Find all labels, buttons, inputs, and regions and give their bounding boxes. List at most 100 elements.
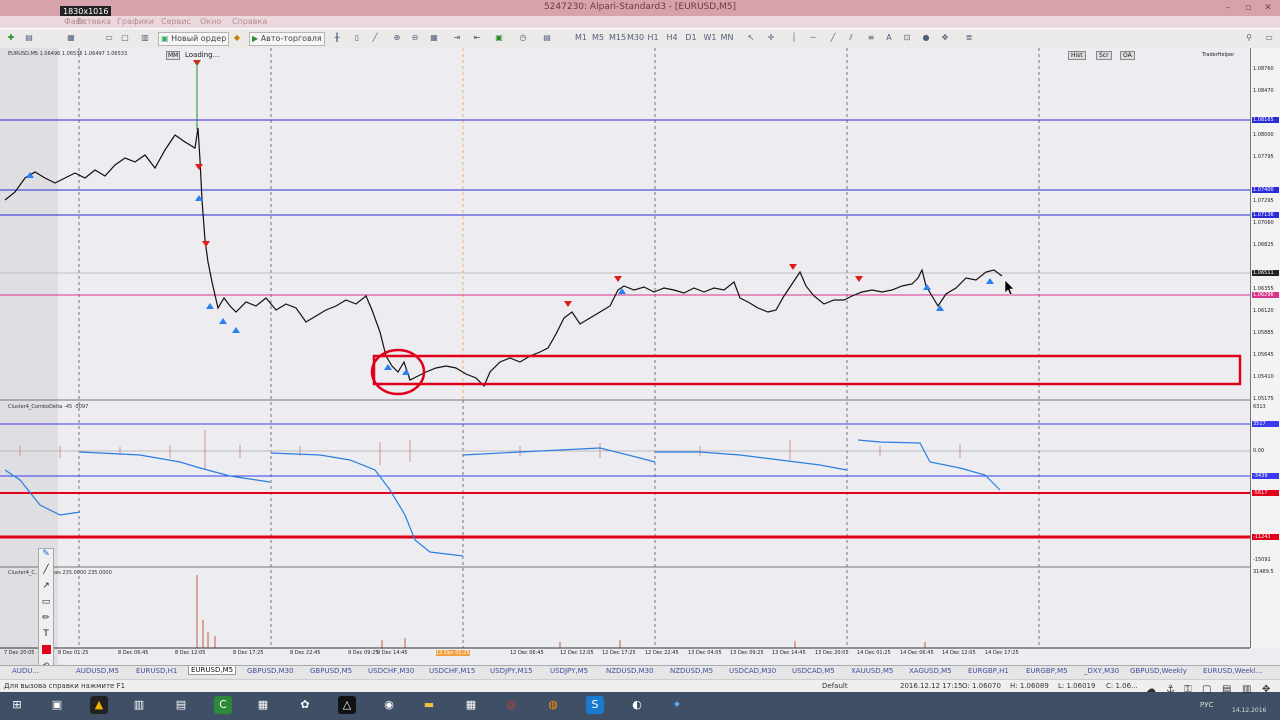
meta-editor-icon[interactable]: ◆	[232, 33, 242, 43]
pencil-tool-icon[interactable]: ✏	[39, 613, 53, 629]
templates-icon[interactable]: ▤	[542, 33, 552, 43]
app-icon-paint[interactable]: ✿	[296, 696, 314, 714]
chart-tab[interactable]: EURUSD,Weekl...	[1203, 667, 1262, 675]
app-icon-alpari[interactable]: ◐	[628, 696, 646, 714]
horizontal-line-icon[interactable]: ─	[808, 33, 818, 43]
shapes-icon[interactable]: ●	[921, 33, 931, 43]
chart-tab[interactable]: EURUSD,H1	[136, 667, 177, 675]
fullscreen-icon[interactable]: ✥	[1262, 684, 1270, 695]
channel-icon[interactable]: ⫽	[846, 33, 856, 43]
chart-tab[interactable]: USDJPY,M15	[490, 667, 533, 675]
new-chart-icon[interactable]: ✚	[6, 33, 16, 43]
app-icon-bird[interactable]: ✦	[668, 696, 686, 714]
chart-tab[interactable]: USDCAD,M30	[729, 667, 776, 675]
scr-button[interactable]: Scr	[1096, 51, 1112, 60]
chart-tab[interactable]: NZDUSD,M30	[606, 667, 654, 675]
text-tool-icon[interactable]: T	[39, 629, 53, 645]
save-icon[interactable]: ▥	[1242, 684, 1251, 695]
trendline-icon[interactable]: ╱	[828, 33, 838, 43]
app-icon-explorer[interactable]: ▥	[130, 696, 148, 714]
vertical-line-icon[interactable]: │	[789, 33, 799, 43]
menu-item-charts[interactable]: Графики	[117, 17, 154, 26]
chart-tab[interactable]: _DXY,M30	[1084, 667, 1119, 675]
app-icon-word[interactable]: ▦	[254, 696, 272, 714]
chat-icon[interactable]: ▭	[1264, 33, 1274, 43]
tile-icon[interactable]: ▦	[429, 33, 439, 43]
copy-icon[interactable]: ▢	[1202, 684, 1211, 695]
oa-button[interactable]: OA	[1120, 51, 1135, 60]
tf-m30[interactable]: M30	[627, 33, 644, 43]
chart-tab[interactable]: AUDUSD,M5	[76, 667, 119, 675]
tray-date[interactable]: 14.12.2016	[1232, 707, 1266, 714]
chart-tab[interactable]: USDJPY,M5	[550, 667, 588, 675]
navigator-icon[interactable]: ▦	[66, 33, 76, 43]
app-icon-folder[interactable]: ▬	[420, 696, 438, 714]
lock-icon[interactable]: ⚿	[1184, 684, 1192, 695]
mm-button[interactable]: MM	[166, 51, 181, 60]
windows-start-icon[interactable]: ⊞	[8, 696, 26, 714]
app-icon-a[interactable]: ▲	[90, 696, 108, 714]
chart-tab[interactable]: GBPUSD,Weekly	[1130, 667, 1187, 675]
tf-mn[interactable]: MN	[720, 33, 734, 43]
terminal-icon[interactable]: ▭	[104, 33, 114, 43]
tf-h1[interactable]: H1	[646, 33, 660, 43]
maximize-icon[interactable]: ▫	[1242, 3, 1254, 13]
app-icon-chrome[interactable]: ◎	[502, 696, 520, 714]
minimize-icon[interactable]: –	[1222, 3, 1234, 13]
menu-item-tools[interactable]: Сервис	[161, 17, 191, 26]
tf-w1[interactable]: W1	[703, 33, 717, 43]
auto-trading-button[interactable]: ▶ Авто-торговля	[249, 32, 325, 46]
link-icon[interactable]: ⚓	[1166, 684, 1175, 695]
tray-lang[interactable]: РУС	[1200, 701, 1213, 709]
task-view-icon[interactable]: ▣	[48, 696, 66, 714]
tf-d1[interactable]: D1	[684, 33, 698, 43]
arrow-tool-icon[interactable]: ↗	[39, 581, 53, 597]
more-tools-icon[interactable]: ≣	[964, 33, 974, 43]
chart-tab[interactable]: XAUUSD,M5	[851, 667, 893, 675]
app-icon-skype[interactable]: S	[586, 696, 604, 714]
cursor-icon[interactable]: ↖	[746, 33, 756, 43]
share-icon[interactable]: ☁	[1146, 684, 1156, 695]
chart-tab[interactable]: USDCHF,M15	[429, 667, 475, 675]
app-icon-globe[interactable]: ◉	[380, 696, 398, 714]
autoscroll-icon[interactable]: ⇥	[452, 33, 462, 43]
chart-tab[interactable]: GBPUSD,M5	[310, 667, 352, 675]
tester-icon[interactable]: ▢	[120, 33, 130, 43]
rectangle-tool-icon[interactable]: ▭	[39, 597, 53, 613]
crosshair-icon[interactable]: ✛	[766, 33, 776, 43]
chart-tab[interactable]: USDCHF,M30	[368, 667, 414, 675]
chart-tab[interactable]: XAGUSD,M5	[909, 667, 952, 675]
menu-item-insert[interactable]: Вставка	[77, 17, 111, 26]
menu-item-window[interactable]: Окно	[200, 17, 221, 26]
indicators-icon[interactable]: ▣	[494, 33, 504, 43]
line-tool-icon[interactable]: ╱	[39, 565, 53, 581]
pen-icon[interactable]: ✎	[39, 549, 53, 565]
app-icon-green[interactable]: C	[214, 696, 232, 714]
chart-shift-icon[interactable]: ⇤	[472, 33, 482, 43]
arrows-icon[interactable]: ✥	[940, 33, 950, 43]
new-order-button[interactable]: ▣ Новый ордер	[158, 32, 230, 46]
zoom-in-icon[interactable]: ⊕	[392, 33, 402, 43]
chart-tab[interactable]: NZDUSD,M5	[670, 667, 713, 675]
hist-button[interactable]: Hist	[1068, 51, 1086, 60]
tf-m1[interactable]: M1	[574, 33, 588, 43]
chart-tab-active[interactable]: EURUSD,M5	[188, 666, 237, 675]
tf-m15[interactable]: M15	[609, 33, 626, 43]
chart-tab[interactable]: GBPUSD,M30	[247, 667, 294, 675]
line-chart-icon[interactable]: ╱	[370, 33, 380, 43]
text-icon[interactable]: A	[884, 33, 894, 43]
chart-tab[interactable]: USDCAD,M5	[792, 667, 835, 675]
app-icon-firefox[interactable]: ◍	[544, 696, 562, 714]
profiles-icon[interactable]: ▤	[24, 33, 34, 43]
zoom-out-icon[interactable]: ⊖	[410, 33, 420, 43]
close-icon[interactable]: ✕	[1262, 3, 1274, 13]
search-icon[interactable]: ⚲	[1244, 33, 1254, 43]
bar-chart-icon[interactable]: ╫	[332, 33, 342, 43]
candle-chart-icon[interactable]: ▯	[352, 33, 362, 43]
periods-icon[interactable]: ◷	[518, 33, 528, 43]
doc-icon[interactable]: ▤	[1222, 684, 1231, 695]
tf-m5[interactable]: M5	[591, 33, 605, 43]
menu-item-help[interactable]: Справка	[232, 17, 267, 26]
app-icon-triangle[interactable]: △	[338, 696, 356, 714]
chart-tab[interactable]: EURGBP,H1	[968, 667, 1009, 675]
